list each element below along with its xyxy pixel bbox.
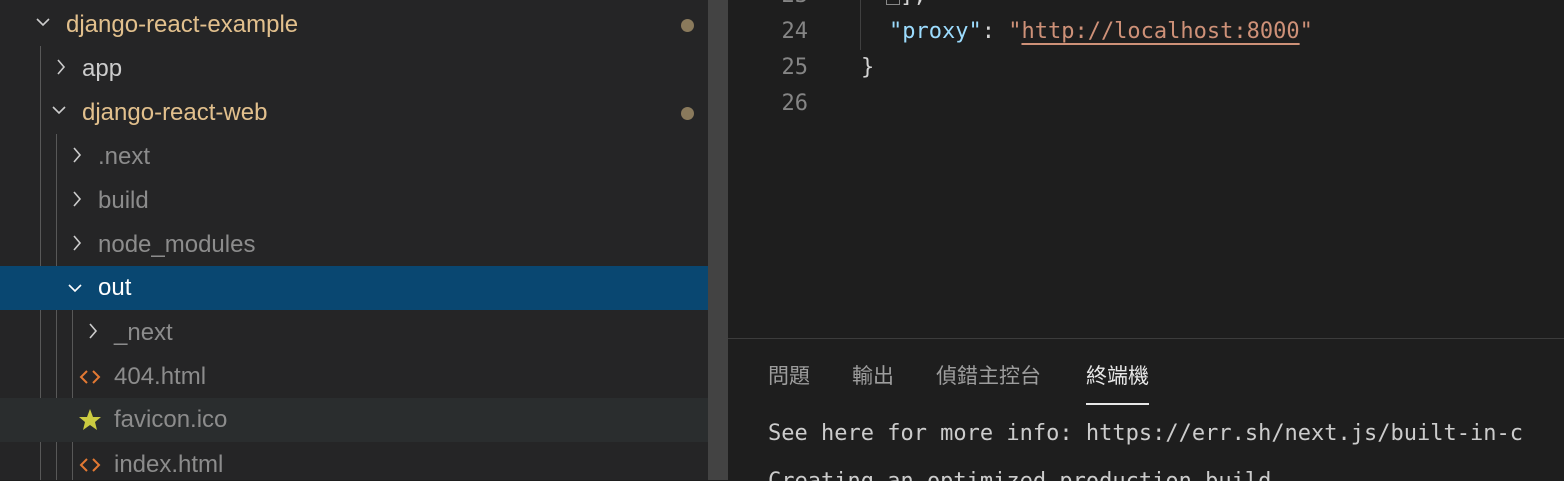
- html-icon: [78, 453, 102, 477]
- bracket-match-box: [886, 0, 900, 5]
- chevron-right-icon: [72, 147, 82, 163]
- tree-label: _next: [114, 319, 173, 346]
- chevron-right-icon: [72, 191, 82, 207]
- sidebar-scrollbar[interactable]: [708, 0, 728, 480]
- code-text: ],: [900, 0, 927, 8]
- code-line-24: "proxy": "http://localhost:8000": [889, 14, 1313, 50]
- line-number: 25: [781, 55, 809, 80]
- tree-folder-build[interactable]: build: [0, 179, 708, 223]
- code-line-25: }: [861, 55, 875, 80]
- proxy-url-link[interactable]: http://localhost:8000: [1021, 19, 1299, 44]
- tree-label: out: [98, 274, 132, 301]
- tree-label: .next: [98, 143, 151, 170]
- tree-folder-node-modules[interactable]: node_modules: [0, 223, 708, 267]
- modified-dot-icon: [681, 107, 694, 120]
- tab-output[interactable]: 輸出: [852, 353, 894, 403]
- tree-label: django-react-example: [66, 11, 299, 38]
- tab-terminal[interactable]: 終端機: [1086, 353, 1149, 405]
- tab-debug-console[interactable]: 偵錯主控台: [936, 353, 1041, 403]
- terminal-line: Creating an optimized production build..…: [768, 465, 1311, 481]
- code-editor[interactable]: 23 ], 24 "proxy": "http://localhost:8000…: [728, 0, 1564, 338]
- tree-file-index-html[interactable]: index.html: [0, 443, 708, 480]
- tree-label: node_modules: [98, 231, 256, 258]
- tree-label: django-react-web: [82, 99, 268, 126]
- tab-problems[interactable]: 問題: [768, 353, 810, 403]
- tree-label: favicon.ico: [114, 406, 228, 433]
- tree-file-favicon-ico[interactable]: favicon.ico: [0, 398, 708, 442]
- json-quote: ": [1008, 19, 1022, 44]
- tree-file-404-html[interactable]: 404.html: [0, 355, 708, 399]
- json-quote: ": [1299, 19, 1313, 44]
- terminal-line: See here for more info: https://err.sh/n…: [768, 421, 1523, 446]
- code-line-23: ],: [886, 0, 927, 14]
- line-number: 24: [781, 19, 809, 44]
- tree-folder-next[interactable]: .next: [0, 135, 708, 179]
- explorer-sidebar: django-react-example app django-react-we…: [0, 0, 728, 480]
- chevron-down-icon: [68, 283, 82, 293]
- html-icon: [78, 365, 102, 389]
- chevron-right-icon: [72, 235, 82, 251]
- tree-label: app: [82, 55, 123, 82]
- json-colon: :: [981, 19, 1009, 44]
- line-number: 23: [728, 0, 809, 14]
- tree-label: build: [98, 187, 149, 214]
- tree-label: 404.html: [114, 363, 207, 390]
- tree-folder-out[interactable]: out: [0, 266, 728, 310]
- json-key: "proxy": [889, 19, 982, 44]
- star-icon: [78, 408, 102, 432]
- modified-dot-icon: [681, 19, 694, 32]
- indent-guide: [860, 0, 861, 50]
- tree-folder-_next[interactable]: _next: [0, 311, 708, 355]
- tree-folder-django-react-example[interactable]: django-react-example: [0, 3, 708, 47]
- line-number: 26: [781, 91, 809, 116]
- tree-folder-app[interactable]: app: [0, 47, 708, 91]
- chevron-right-icon: [88, 323, 98, 339]
- chevron-down-icon: [36, 17, 50, 27]
- bottom-panel: 問題 輸出 偵錯主控台 終端機 See here for more info: …: [728, 338, 1564, 481]
- tree-folder-django-react-web[interactable]: django-react-web: [0, 91, 708, 135]
- chevron-right-icon: [56, 59, 66, 75]
- chevron-down-icon: [52, 105, 66, 115]
- tree-label: index.html: [114, 451, 224, 478]
